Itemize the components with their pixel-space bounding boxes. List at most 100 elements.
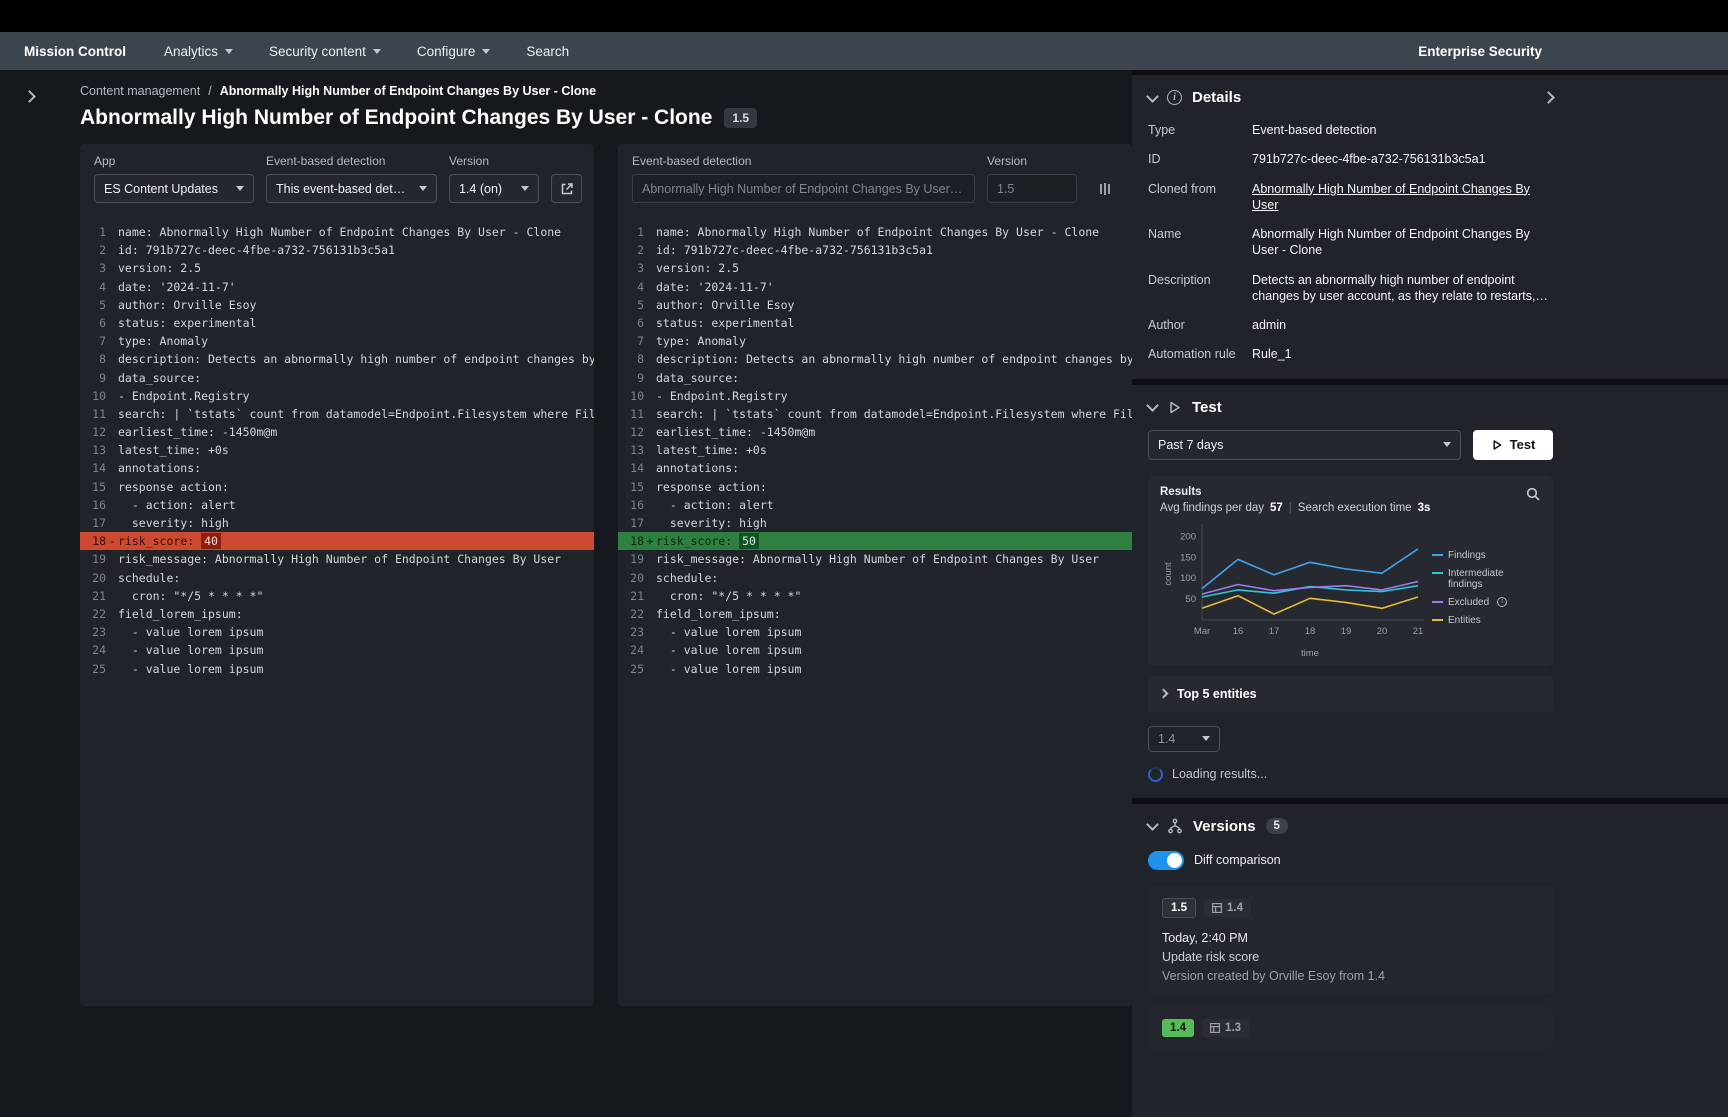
code-line: 8 description: Detects an abnormally hig…	[637, 352, 1132, 367]
detail-label: Author	[1148, 318, 1185, 332]
detail-label: Name	[1148, 227, 1182, 241]
chevron-down-icon	[372, 48, 381, 54]
left-version-select[interactable]: 1.4 (on)	[449, 174, 539, 203]
info-icon[interactable]: i	[1497, 596, 1508, 607]
version-fork-icon	[1168, 818, 1182, 834]
code-line: 25 - value lorem ipsum	[630, 661, 802, 676]
breadcrumb: Content management / Abnormally High Num…	[80, 84, 1132, 98]
results-stats: Avg findings per day 57 | Search executi…	[1160, 501, 1431, 514]
left-version-value: 1.4 (on)	[459, 181, 503, 196]
detail-value: Rule_1	[1252, 347, 1292, 362]
detection-label: Event-based detection	[632, 154, 752, 168]
main-content: Content management / Abnormally High Num…	[58, 70, 1132, 1117]
exec-time-label: Search execution time	[1297, 501, 1412, 514]
code-line: 11 search: | `tstats` count from datamod…	[630, 406, 1132, 421]
svg-text:50: 50	[1185, 594, 1196, 605]
chevron-down-icon	[236, 186, 244, 191]
code-line: 21 cron: "*/5 * * * *"	[630, 588, 802, 603]
chevron-down-icon	[225, 48, 234, 54]
detail-value: admin	[1252, 318, 1287, 332]
code-line: 9 data_source:	[637, 370, 740, 385]
chevron-down-icon	[419, 186, 427, 191]
svg-text:Mar: Mar	[1194, 626, 1210, 637]
svg-text:100: 100	[1180, 573, 1196, 584]
nav-item-analytics[interactable]: Analytics	[146, 32, 251, 70]
code-line: 23 - value lorem ipsum	[630, 625, 802, 640]
compare-icon	[1210, 1022, 1220, 1033]
code-line: 12 earliest_time: -1450m@m	[92, 425, 278, 440]
run-test-button[interactable]: Test	[1473, 429, 1553, 460]
code-line: 1 name: Abnormally High Number of Endpoi…	[637, 225, 1100, 239]
versions-list: 1.5 1.4 Today, 2:40 PM Update risk score Ver…	[1148, 885, 1553, 1049]
chevron-down-icon	[521, 186, 529, 191]
code-line: 24 - value lorem ipsum	[630, 643, 802, 658]
results-version-select[interactable]: 1.4	[1148, 725, 1220, 752]
nav-item-security-content[interactable]: Security content	[251, 32, 399, 70]
detail-label: Cloned from	[1148, 181, 1217, 196]
code-line: 22 field_lorem_ipsum:	[92, 606, 243, 621]
right-version-input[interactable]: 1.5	[987, 174, 1077, 203]
time-range-value: Past 7 days	[1158, 437, 1224, 452]
page-version-badge: 1.5	[724, 108, 758, 128]
detection-select[interactable]: This event-based detection	[266, 174, 437, 203]
test-button-label: Test	[1509, 437, 1536, 452]
detail-label: ID	[1148, 152, 1161, 167]
code-line: 9 data_source:	[99, 370, 202, 385]
results-card: Results Avg findings per day 57 | Search…	[1148, 475, 1553, 666]
code-line: 22 field_lorem_ipsum:	[630, 606, 781, 621]
compare-version-badge[interactable]: 1.4	[1204, 898, 1251, 917]
avg-findings-label: Avg findings per day	[1160, 501, 1264, 514]
os-top-bar	[0, 0, 1728, 32]
code-line: 4 date: '2024-11-7'	[637, 279, 774, 294]
nav-app-context[interactable]: Enterprise Security	[1418, 44, 1542, 59]
code-editor-left[interactable]: 1 name: Abnormally High Number of Endpoi…	[80, 215, 594, 1006]
breadcrumb-parent[interactable]: Content management	[80, 84, 200, 98]
details-panel: i Details Type Event-based detection ID 791…	[1132, 75, 1728, 379]
editor-pane-right: Event-based detection Abnormally High Nu…	[618, 144, 1132, 1006]
time-range-select[interactable]: Past 7 days	[1148, 429, 1461, 460]
open-details-icon[interactable]	[1542, 91, 1555, 104]
info-icon: i	[1167, 90, 1182, 105]
version-badge[interactable]: 1.4	[1162, 1018, 1194, 1037]
detection-name-input[interactable]: Abnormally High Number of Endpoint Chang…	[632, 174, 975, 203]
app-select[interactable]: ES Content Updates	[94, 174, 254, 203]
diff-comparison-toggle[interactable]	[1148, 850, 1184, 870]
split-view-button[interactable]	[1089, 174, 1120, 203]
app-navbar: Mission Control Analytics Security conten…	[0, 32, 1728, 70]
details-grid: Type Event-based detection ID 791b727c-deec…	[1148, 122, 1553, 363]
code-line: 11 search: | `tstats` count from datamod…	[92, 406, 594, 421]
page-title: Abnormally High Number of Endpoint Chang…	[80, 106, 713, 129]
split-columns-icon	[1099, 182, 1110, 195]
code-line: 7 type: Anomaly	[99, 334, 209, 349]
top-entities-row[interactable]: Top 5 entities	[1148, 675, 1553, 712]
svg-text:17: 17	[1269, 626, 1280, 637]
code-editor-right[interactable]: 1 name: Abnormally High Number of Endpoi…	[618, 215, 1132, 1006]
top-entities-label: Top 5 entities	[1177, 686, 1257, 701]
version-created-by: Version created by Orville Esoy from 1.4	[1162, 968, 1386, 983]
code-line: 14 annotations:	[92, 461, 202, 476]
version-time: Today, 2:40 PM	[1162, 930, 1248, 945]
loading-spinner-icon	[1148, 766, 1163, 782]
code-line: 25 - value lorem ipsum	[92, 661, 264, 676]
expand-panel-icon[interactable]	[22, 90, 36, 103]
detail-value-link[interactable]: Abnormally High Number of Endpoint Chang…	[1252, 181, 1553, 214]
collapse-details-icon[interactable]	[1146, 89, 1159, 103]
diff-comparison-label: Diff comparison	[1194, 853, 1281, 867]
nav-brand-mission-control[interactable]: Mission Control	[24, 44, 126, 59]
legend-item: Entities	[1432, 615, 1536, 626]
open-in-search-button[interactable]	[1525, 486, 1541, 505]
svg-text:time: time	[1301, 648, 1319, 658]
results-version-value: 1.4	[1158, 731, 1176, 746]
nav-item-search[interactable]: Search	[508, 32, 587, 70]
open-external-button[interactable]	[551, 174, 582, 203]
collapse-versions-icon[interactable]	[1146, 818, 1159, 831]
versions-title: Versions	[1193, 817, 1256, 835]
version-badge[interactable]: 1.5	[1162, 897, 1196, 918]
code-line: 21 cron: "*/5 * * * *"	[92, 588, 264, 603]
right-version-value: 1.5	[997, 181, 1015, 196]
collapse-test-icon[interactable]	[1146, 399, 1159, 412]
compare-version-badge[interactable]: 1.3	[1202, 1018, 1249, 1037]
nav-item-configure[interactable]: Configure	[399, 32, 509, 70]
app-label: App	[94, 154, 116, 168]
code-line: 3 version: 2.5	[637, 261, 740, 276]
